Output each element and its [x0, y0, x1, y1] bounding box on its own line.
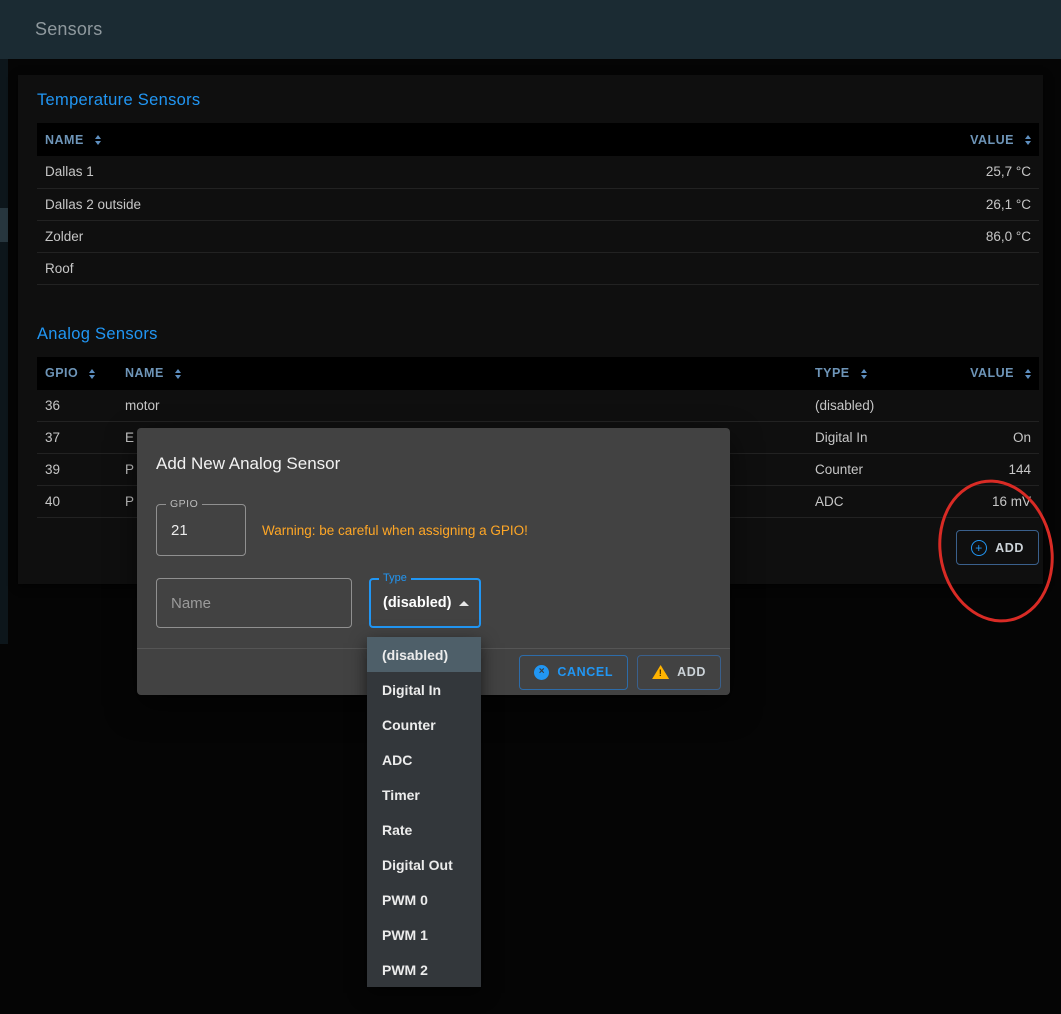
cell-value: On — [937, 422, 1039, 454]
page-title: Sensors — [35, 19, 102, 40]
cell-gpio: 36 — [37, 390, 117, 422]
cell-value: 16 mV — [937, 486, 1039, 518]
temperature-table: NAME VALUE Dallas 1 25,7 °C Dallas 2 out… — [37, 123, 1039, 285]
cancel-button[interactable]: × CANCEL — [519, 655, 628, 690]
type-select-label: Type — [379, 572, 411, 584]
cell-type: Digital In — [807, 422, 937, 454]
analog-section-title: Analog Sensors — [37, 325, 1039, 344]
dropdown-option[interactable]: PWM 2 — [367, 952, 481, 987]
cell-type: ADC — [807, 486, 937, 518]
cell-type: (disabled) — [807, 390, 937, 422]
chevron-up-icon — [459, 601, 469, 606]
cancel-button-label: CANCEL — [557, 665, 613, 679]
sort-icon[interactable] — [861, 369, 867, 379]
app-header: Sensors — [0, 0, 1061, 59]
column-header-name[interactable]: NAME — [117, 357, 807, 390]
gpio-warning-text: Warning: be careful when assigning a GPI… — [262, 523, 528, 538]
plus-circle-icon: + — [971, 540, 987, 556]
cell-value — [937, 390, 1039, 422]
dialog-add-button-label: ADD — [677, 665, 706, 679]
cell-gpio: 40 — [37, 486, 117, 518]
table-header-row: NAME VALUE — [37, 123, 1039, 156]
table-row: 36 motor (disabled) — [37, 390, 1039, 422]
sort-icon[interactable] — [89, 369, 95, 379]
cell-gpio: 37 — [37, 422, 117, 454]
type-dropdown-menu: (disabled) Digital In Counter ADC Timer … — [367, 637, 481, 987]
add-sensor-button[interactable]: + ADD — [956, 530, 1039, 565]
table-row: Dallas 2 outside 26,1 °C — [37, 188, 1039, 220]
cell-name: Dallas 1 — [37, 156, 909, 188]
column-header-value[interactable]: VALUE — [909, 123, 1039, 156]
dropdown-option[interactable]: Counter — [367, 707, 481, 742]
dropdown-option[interactable]: (disabled) — [367, 637, 481, 672]
column-header-type[interactable]: TYPE — [807, 357, 937, 390]
dialog-title: Add New Analog Sensor — [156, 454, 711, 474]
column-header-label: VALUE — [970, 133, 1014, 147]
cell-value — [909, 252, 1039, 284]
column-header-label: GPIO — [45, 366, 78, 380]
dropdown-option[interactable]: Digital Out — [367, 847, 481, 882]
cell-gpio: 39 — [37, 454, 117, 486]
dropdown-option[interactable]: PWM 0 — [367, 882, 481, 917]
table-row: Zolder 86,0 °C — [37, 220, 1039, 252]
sort-icon[interactable] — [1025, 369, 1031, 379]
gpio-input[interactable] — [157, 505, 245, 555]
type-select[interactable]: Type (disabled) — [369, 578, 481, 628]
dialog-body: GPIO Warning: be careful when assigning … — [137, 504, 730, 628]
sort-icon[interactable] — [175, 369, 181, 379]
sort-icon[interactable] — [95, 135, 101, 145]
left-scrollbar-track — [0, 59, 8, 644]
cell-name: Zolder — [37, 220, 909, 252]
cell-value: 86,0 °C — [909, 220, 1039, 252]
column-header-gpio[interactable]: GPIO — [37, 357, 117, 390]
dialog-add-button[interactable]: ! ADD — [637, 655, 721, 690]
table-row: Dallas 1 25,7 °C — [37, 156, 1039, 188]
column-header-value[interactable]: VALUE — [937, 357, 1039, 390]
column-header-label: VALUE — [970, 366, 1014, 380]
sort-icon[interactable] — [1025, 135, 1031, 145]
type-select-value: (disabled) — [383, 595, 451, 611]
cancel-circle-icon: × — [534, 665, 549, 680]
gpio-field-label: GPIO — [166, 498, 202, 510]
cell-name: Roof — [37, 252, 909, 284]
gpio-field[interactable]: GPIO — [156, 504, 246, 556]
table-row: Roof — [37, 252, 1039, 284]
column-header-label: NAME — [45, 133, 84, 147]
dropdown-option[interactable]: ADC — [367, 742, 481, 777]
left-scrollbar-thumb[interactable] — [0, 208, 8, 242]
column-header-name[interactable]: NAME — [37, 123, 909, 156]
name-input[interactable] — [157, 579, 351, 627]
cell-value: 26,1 °C — [909, 188, 1039, 220]
cell-value: 144 — [937, 454, 1039, 486]
column-header-label: NAME — [125, 366, 164, 380]
cell-value: 25,7 °C — [909, 156, 1039, 188]
warning-triangle-icon: ! — [652, 665, 669, 679]
column-header-label: TYPE — [815, 366, 850, 380]
add-sensor-button-label: ADD — [995, 541, 1024, 555]
cell-type: Counter — [807, 454, 937, 486]
name-field[interactable] — [156, 578, 352, 628]
dropdown-option[interactable]: Rate — [367, 812, 481, 847]
temperature-section-title: Temperature Sensors — [37, 91, 1039, 110]
dropdown-option[interactable]: Timer — [367, 777, 481, 812]
cell-name: motor — [117, 390, 807, 422]
dropdown-option[interactable]: Digital In — [367, 672, 481, 707]
cell-name: Dallas 2 outside — [37, 188, 909, 220]
dropdown-option[interactable]: PWM 1 — [367, 917, 481, 952]
table-header-row: GPIO NAME TYPE VALUE — [37, 357, 1039, 390]
